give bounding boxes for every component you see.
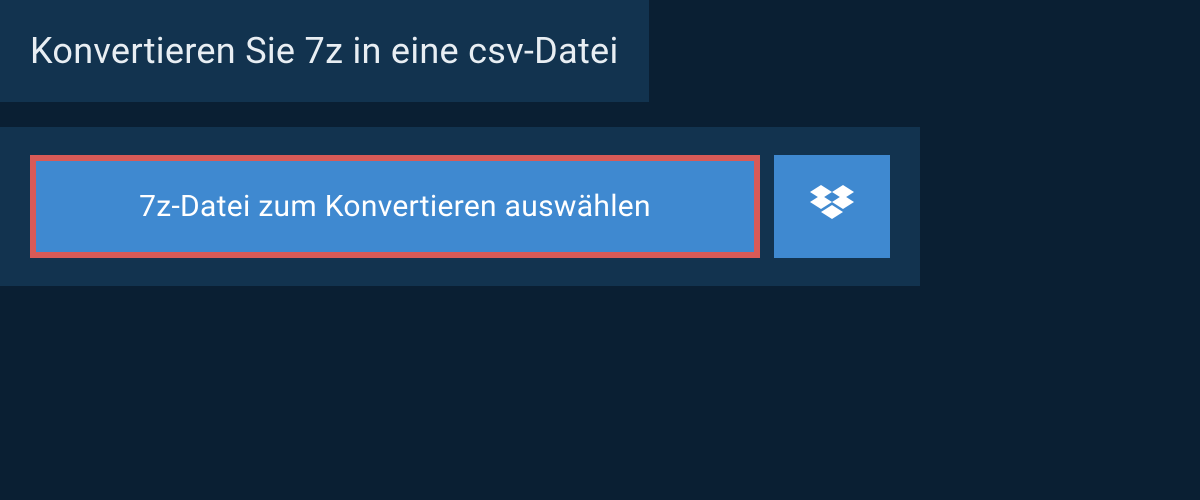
header-panel: Konvertieren Sie 7z in eine csv-Datei <box>0 0 649 102</box>
select-file-button[interactable]: 7z-Datei zum Konvertieren auswählen <box>30 155 760 258</box>
upload-panel: 7z-Datei zum Konvertieren auswählen <box>0 127 920 286</box>
dropbox-icon <box>810 185 854 229</box>
select-file-label: 7z-Datei zum Konvertieren auswählen <box>139 189 651 224</box>
page-title: Konvertieren Sie 7z in eine csv-Datei <box>30 30 619 72</box>
dropbox-button[interactable] <box>774 155 890 258</box>
